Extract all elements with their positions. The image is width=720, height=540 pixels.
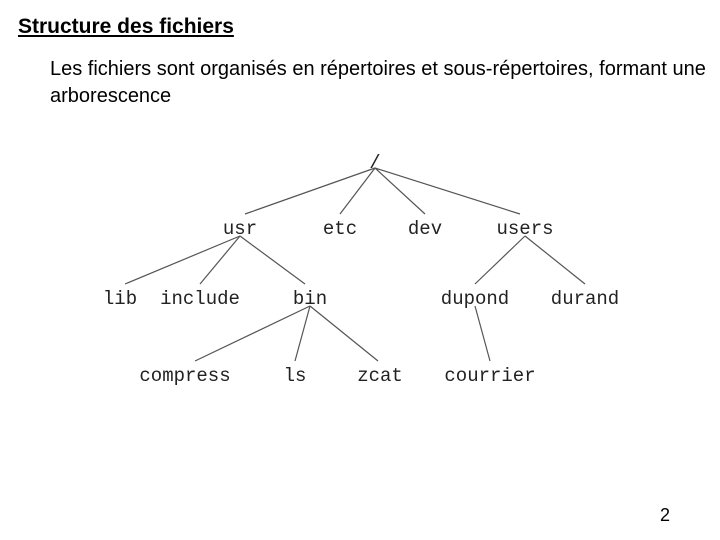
tree-node-compress: compress — [139, 365, 230, 387]
tree-node-zcat: zcat — [357, 365, 403, 387]
tree-node-root: / — [369, 152, 380, 174]
tree-node-dupond: dupond — [441, 288, 509, 310]
tree-node-usr: usr — [223, 218, 257, 240]
tree-node-include: include — [160, 288, 240, 310]
tree-node-courrier: courrier — [444, 365, 535, 387]
tree-node-bin: bin — [293, 288, 327, 310]
tree-node-ls: ls — [284, 365, 307, 387]
tree-node-etc: etc — [323, 218, 357, 240]
tree-node-dev: dev — [408, 218, 442, 240]
page-number: 2 — [660, 505, 670, 526]
tree-node-lib: lib — [103, 288, 137, 310]
filesystem-tree: / usr etc dev users lib include bin dupo… — [80, 140, 640, 420]
tree-node-users: users — [496, 218, 553, 240]
intro-paragraph: Les fichiers sont organisés en répertoir… — [50, 56, 710, 110]
page-title: Structure des fichiers — [18, 15, 234, 39]
tree-node-durand: durand — [551, 288, 619, 310]
